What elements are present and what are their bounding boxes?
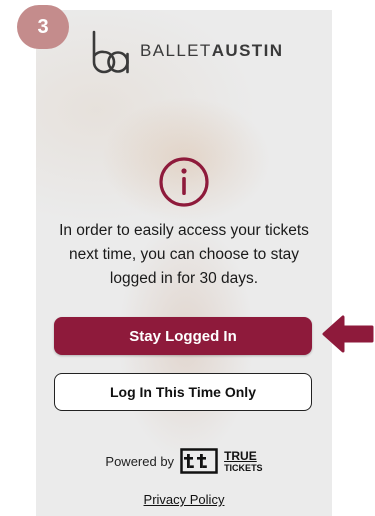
step-number: 3 bbox=[37, 15, 49, 38]
logo-wordmark: BALLETAUSTIN bbox=[140, 41, 283, 61]
privacy-policy-link[interactable]: Privacy Policy bbox=[36, 492, 332, 507]
true-tickets-line1: TRUE bbox=[224, 448, 257, 463]
true-tickets-line2: TICKETS bbox=[224, 462, 263, 473]
powered-by-label: Powered by bbox=[105, 453, 175, 469]
arrow-left-icon bbox=[322, 315, 374, 353]
true-tickets-wordmark: TRUE TICKETS bbox=[224, 448, 263, 473]
logo-text-austin: AUSTIN bbox=[211, 41, 284, 60]
stay-logged-in-button[interactable]: Stay Logged In bbox=[54, 317, 312, 355]
true-tickets-logo-icon bbox=[180, 448, 218, 474]
ballet-austin-logo: BALLETAUSTIN bbox=[88, 28, 298, 74]
logo-text-ballet: BALLET bbox=[140, 41, 212, 60]
ballet-austin-logo-mark-icon bbox=[92, 30, 129, 74]
powered-by: Powered by TRUE TICKETS bbox=[36, 448, 332, 474]
step-badge: 3 bbox=[17, 5, 69, 49]
info-icon bbox=[159, 157, 209, 207]
login-modal: BALLETAUSTIN In order to easily access y… bbox=[36, 10, 332, 516]
stay-logged-in-message: In order to easily access your tickets n… bbox=[59, 222, 309, 287]
log-in-this-time-only-button[interactable]: Log In This Time Only bbox=[54, 373, 312, 411]
